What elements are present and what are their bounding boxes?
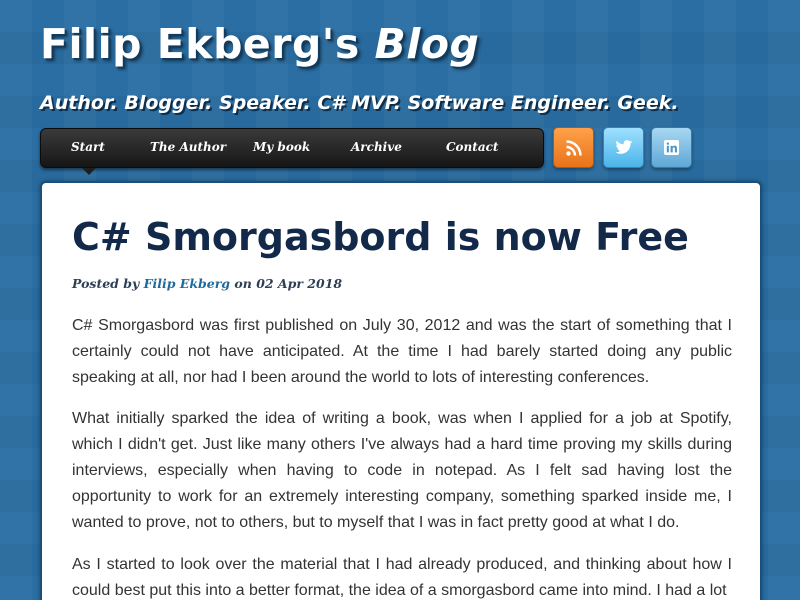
post-paragraph-1: C# Smorgasbord was first published on Ju…: [72, 317, 732, 386]
linkedin-button[interactable]: [651, 127, 692, 168]
nav-item-contact[interactable]: Contact: [446, 129, 498, 167]
nav-item-start[interactable]: Start: [71, 129, 105, 167]
site-title-accent: Blog: [374, 20, 480, 68]
linkedin-icon: [664, 140, 679, 155]
twitter-button[interactable]: [603, 127, 644, 168]
main-navigation: Start The Author My book Archive Contact: [40, 128, 544, 168]
site-tagline: Author. Blogger. Speaker. C# MVP. Softwa…: [40, 92, 679, 114]
active-nav-indicator: [82, 168, 96, 175]
twitter-icon: [614, 140, 632, 154]
post-paragraph-2: What initially sparked the idea of writi…: [72, 410, 732, 531]
post-date: 02 Apr 2018: [256, 276, 343, 291]
post-meta: Posted by Filip Ekberg on 02 Apr 2018: [72, 276, 342, 291]
site-title-main: Filip Ekberg's: [40, 20, 375, 68]
post-meta-middle: on: [230, 276, 257, 291]
post-author-link[interactable]: Filip Ekberg: [144, 276, 230, 291]
post-article: C# Smorgasbord is now Free Posted by Fil…: [40, 181, 762, 600]
nav-item-my-book[interactable]: My book: [253, 129, 310, 167]
rss-icon: [565, 139, 582, 156]
nav-item-archive[interactable]: Archive: [351, 129, 402, 167]
site-title[interactable]: Filip Ekberg's Blog: [40, 20, 479, 68]
post-title[interactable]: C# Smorgasbord is now Free: [72, 215, 689, 259]
rss-button[interactable]: [553, 127, 594, 168]
post-paragraph-3: As I started to look over the material t…: [72, 556, 732, 599]
nav-item-the-author[interactable]: The Author: [150, 129, 226, 167]
post-meta-prefix: Posted by: [72, 276, 144, 291]
